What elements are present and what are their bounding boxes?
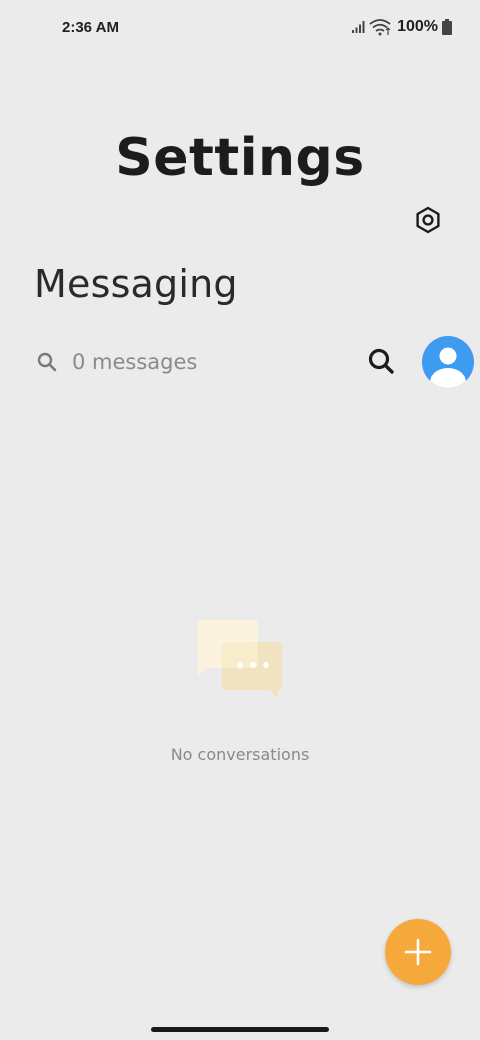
status-bar: 2:36 AM 100% [0,0,480,56]
status-icons: 100% [351,17,452,37]
chat-bubbles-icon [194,618,286,700]
wifi-icon [369,18,391,36]
status-time: 2:36 AM [62,19,119,36]
battery-icon [442,19,452,35]
search-icon [368,348,394,374]
new-conversation-button[interactable] [385,919,451,985]
search-button[interactable] [364,344,398,378]
search-icon [37,352,57,372]
battery-percent: 100% [397,18,438,35]
avatar-icon [430,347,466,388]
message-count: 0 messages [72,350,198,374]
profile-avatar[interactable] [422,336,474,388]
empty-state-text: No conversations [170,745,310,764]
settings-button[interactable] [414,206,442,234]
home-indicator[interactable] [151,1027,329,1032]
section-title: Messaging [34,262,238,306]
search-field[interactable]: 0 messages [30,340,360,384]
plus-icon [404,938,432,966]
gear-icon [416,206,440,234]
signal-icon [351,20,365,34]
page-title: Settings [115,128,365,188]
